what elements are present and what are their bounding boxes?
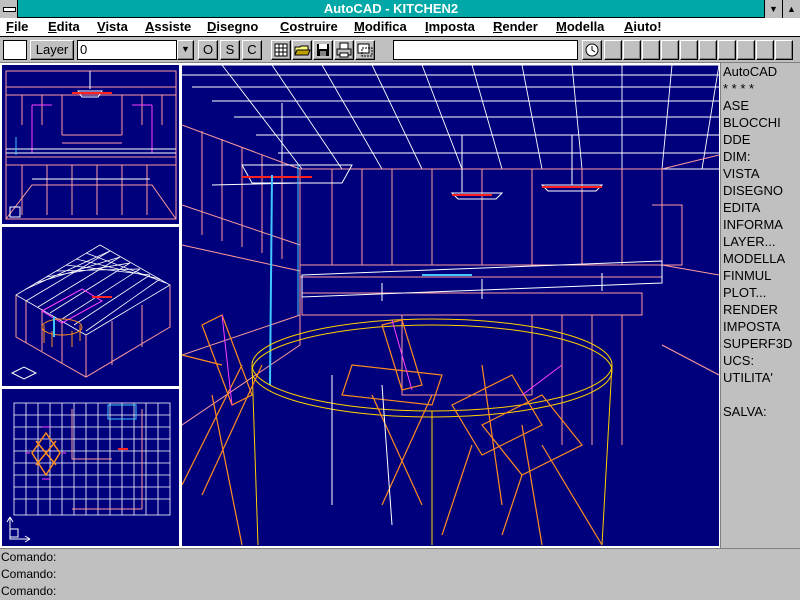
toolbar: Layer 0 ▼ O S C xyxy=(0,37,800,63)
screen-menu-ase[interactable]: ASE xyxy=(721,97,800,114)
screen-menu-edita[interactable]: EDITA xyxy=(721,199,800,216)
blank-toolbar-button[interactable] xyxy=(642,40,660,60)
layer-name-field[interactable]: 0 xyxy=(77,40,177,60)
screen-menu-blocchi[interactable]: BLOCCHI xyxy=(721,114,800,131)
plan-viewport[interactable] xyxy=(0,387,181,548)
blank-toolbar-button[interactable] xyxy=(604,40,622,60)
menu-render[interactable]: Render xyxy=(493,19,538,34)
title-bar: AutoCAD - KITCHEN2 ▼ ▲ xyxy=(0,0,800,18)
maximize-button[interactable]: ▲ xyxy=(782,0,800,18)
menu-aiuto[interactable]: Aiuto! xyxy=(624,19,662,34)
zoom-window-icon[interactable] xyxy=(355,40,375,60)
screen-menu-salva[interactable]: SALVA: xyxy=(721,403,800,420)
menu-assiste[interactable]: Assiste xyxy=(145,19,191,34)
save-disk-icon[interactable] xyxy=(313,40,333,60)
layer-dropdown-button[interactable]: ▼ xyxy=(177,40,194,60)
screen-menu-vista[interactable]: VISTA xyxy=(721,165,800,182)
snap-button[interactable]: S xyxy=(220,40,240,60)
blank-toolbar-button[interactable] xyxy=(661,40,679,60)
grid-toggle-button[interactable]: C xyxy=(242,40,262,60)
blank-toolbar-button[interactable] xyxy=(699,40,717,60)
current-color-box[interactable] xyxy=(3,40,27,60)
layer-button[interactable]: Layer xyxy=(30,40,74,60)
menu-bar: File Edita Vista Assiste Disegno Costrui… xyxy=(0,18,800,37)
menu-file[interactable]: File xyxy=(6,19,28,34)
screen-menu: AutoCAD * * * * ASE BLOCCHI DDE DIM: VIS… xyxy=(720,63,800,548)
minimize-button[interactable]: ▼ xyxy=(764,0,782,18)
screen-menu-plot[interactable]: PLOT... xyxy=(721,284,800,301)
menu-modella[interactable]: Modella xyxy=(556,19,604,34)
screen-menu-dim[interactable]: DIM: xyxy=(721,148,800,165)
screen-menu-imposta[interactable]: IMPOSTA xyxy=(721,318,800,335)
open-folder-icon[interactable] xyxy=(292,40,312,60)
screen-menu-layer[interactable]: LAYER... xyxy=(721,233,800,250)
blank-toolbar-button[interactable] xyxy=(737,40,755,60)
blank-toolbar-button[interactable] xyxy=(718,40,736,60)
screen-menu-disegno[interactable]: DISEGNO xyxy=(721,182,800,199)
screen-menu-informa[interactable]: INFORMA xyxy=(721,216,800,233)
command-line: Comando: xyxy=(1,550,57,564)
front-elevation-viewport[interactable] xyxy=(0,63,181,226)
menu-vista[interactable]: Vista xyxy=(97,19,128,34)
menu-costruire[interactable]: Costruire xyxy=(280,19,338,34)
screen-menu-superf3d[interactable]: SUPERF3D xyxy=(721,335,800,352)
screen-menu-render[interactable]: RENDER xyxy=(721,301,800,318)
clock-icon[interactable] xyxy=(582,40,602,60)
screen-menu-utilita[interactable]: UTILITA' xyxy=(721,369,800,386)
grid-icon[interactable] xyxy=(271,40,291,60)
command-line: Comando: xyxy=(1,567,57,581)
blank-toolbar-button[interactable] xyxy=(623,40,641,60)
blank-toolbar-button[interactable] xyxy=(680,40,698,60)
menu-modifica[interactable]: Modifica xyxy=(354,19,407,34)
screen-menu-dde[interactable]: DDE xyxy=(721,131,800,148)
screen-menu-ucs[interactable]: UCS: xyxy=(721,352,800,369)
blank-toolbar-button[interactable] xyxy=(775,40,793,60)
screen-menu-spacer xyxy=(721,386,800,403)
menu-edita[interactable]: Edita xyxy=(48,19,80,34)
print-icon[interactable] xyxy=(334,40,354,60)
menu-imposta[interactable]: Imposta xyxy=(425,19,475,34)
ortho-button[interactable]: O xyxy=(198,40,218,60)
isometric-viewport[interactable] xyxy=(0,225,181,388)
system-menu-icon[interactable] xyxy=(0,0,18,18)
perspective-viewport[interactable] xyxy=(180,63,721,548)
command-prompt[interactable]: Comando: xyxy=(0,583,800,600)
screen-menu-separator[interactable]: * * * * xyxy=(721,80,800,97)
screen-menu-finmul[interactable]: FINMUL xyxy=(721,267,800,284)
screen-menu-modella[interactable]: MODELLA xyxy=(721,250,800,267)
window-title: AutoCAD - KITCHEN2 xyxy=(323,1,459,16)
screen-menu-autocad[interactable]: AutoCAD xyxy=(721,63,800,80)
command-line-area[interactable]: Comando: Comando: Comando: xyxy=(0,548,800,600)
blank-toolbar-button[interactable] xyxy=(756,40,774,60)
menu-disegno[interactable]: Disegno xyxy=(207,19,258,34)
coordinate-display-field[interactable] xyxy=(393,40,578,60)
